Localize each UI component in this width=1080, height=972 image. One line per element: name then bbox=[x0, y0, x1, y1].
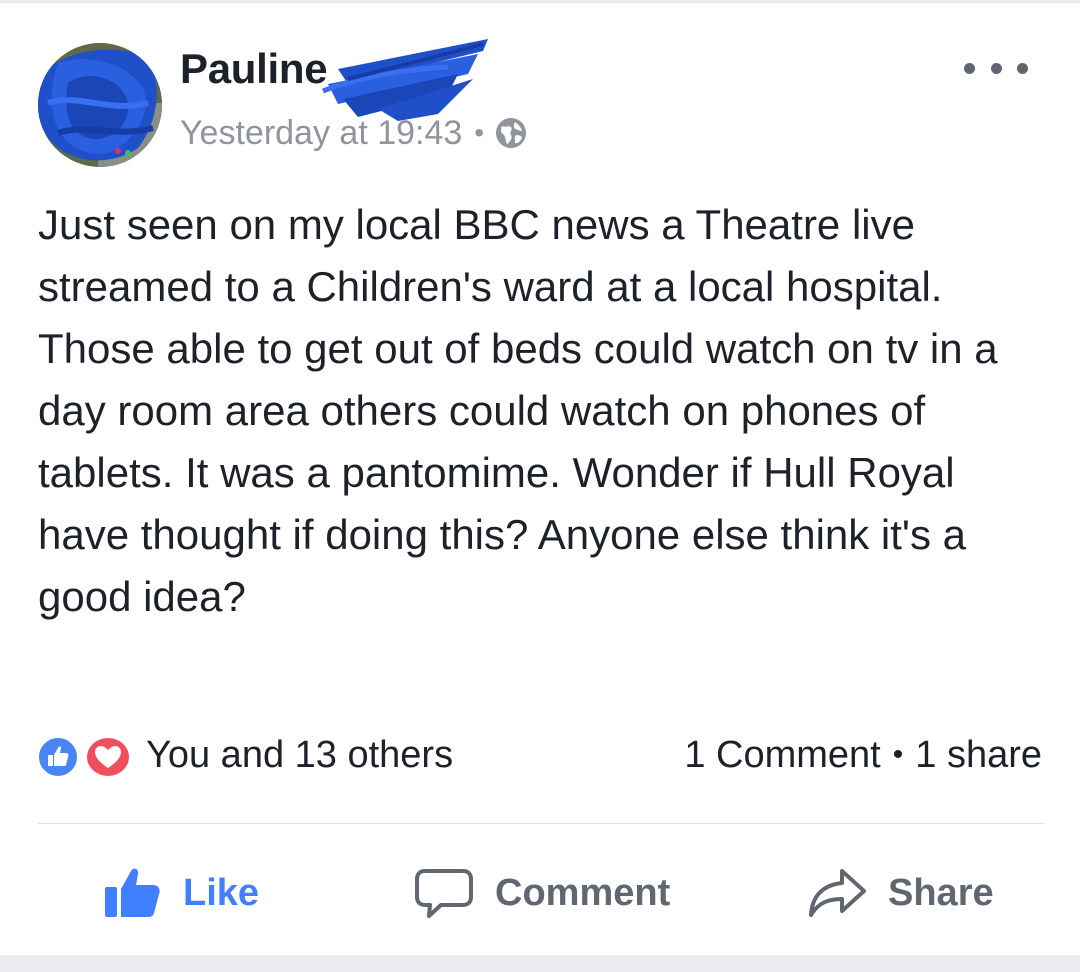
more-dot-icon bbox=[1017, 62, 1028, 74]
comment-bubble-icon bbox=[415, 869, 473, 918]
meta-separator: • bbox=[474, 117, 485, 148]
more-dot-icon bbox=[990, 62, 1002, 74]
share-arrow-icon bbox=[809, 869, 866, 917]
more-dot-icon bbox=[964, 62, 975, 74]
post-card: Pauline Yesterday at 19:43 • Just seen o… bbox=[0, 3, 1080, 955]
comments-count[interactable]: 1 Comment bbox=[684, 734, 880, 777]
share-button[interactable]: Share bbox=[808, 863, 994, 923]
love-reaction-icon bbox=[84, 735, 132, 779]
more-options-button[interactable] bbox=[964, 53, 1028, 83]
comment-button[interactable]: Comment bbox=[415, 863, 670, 923]
shares-count[interactable]: 1 share bbox=[915, 734, 1042, 777]
comment-label: Comment bbox=[495, 871, 671, 914]
reaction-icons bbox=[36, 731, 136, 779]
like-label: Like bbox=[183, 871, 260, 914]
globe-icon bbox=[496, 118, 527, 148]
post-meta: Yesterday at 19:43 • bbox=[180, 111, 528, 155]
post-body-text: Just seen on my local BBC news a Theatre… bbox=[38, 201, 998, 620]
author-name[interactable]: Pauline bbox=[180, 45, 328, 93]
reactions-count-text[interactable]: You and 13 others bbox=[146, 734, 453, 777]
like-reaction-icon bbox=[36, 735, 80, 779]
like-button[interactable]: Like bbox=[103, 863, 259, 923]
counts-separator: • bbox=[892, 738, 904, 771]
engagement-counts: 1 Comment • 1 share bbox=[684, 730, 1042, 780]
thumbs-up-icon bbox=[105, 868, 160, 917]
post-timestamp[interactable]: Yesterday at 19:43 bbox=[180, 114, 462, 153]
feed-separator bbox=[0, 955, 1080, 972]
share-label: Share bbox=[888, 871, 994, 914]
author-avatar[interactable] bbox=[38, 43, 162, 167]
actions-divider bbox=[38, 823, 1044, 824]
reactions-summary[interactable]: You and 13 others bbox=[36, 730, 453, 780]
